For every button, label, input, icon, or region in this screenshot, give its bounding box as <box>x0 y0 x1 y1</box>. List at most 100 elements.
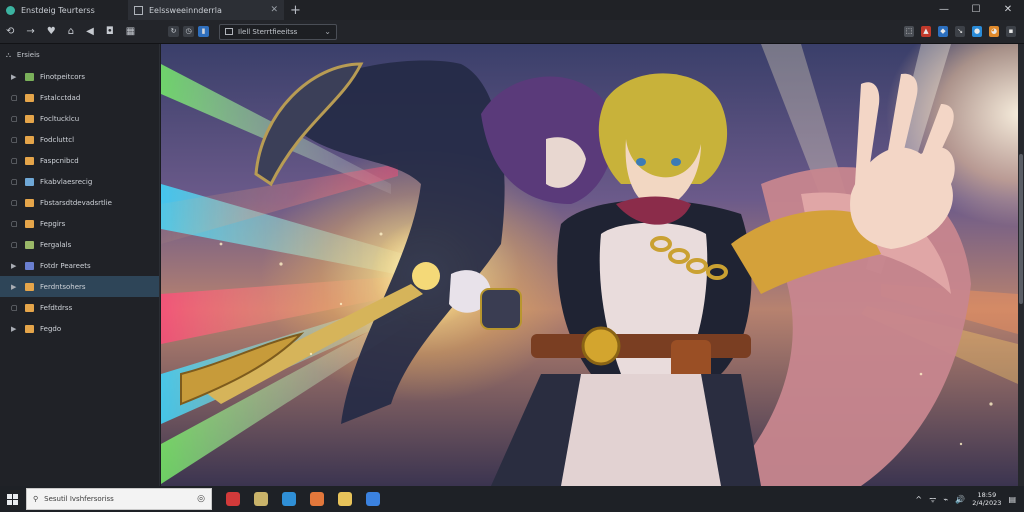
left-bracer <box>480 288 522 330</box>
cloud-icon[interactable]: ▲ <box>921 26 931 37</box>
chevron-down-icon: ⌄ <box>324 27 331 36</box>
sidebar-header[interactable]: ⛬ Ersieis <box>0 44 159 66</box>
tab-label: Eelssweeinnderrla <box>149 5 222 15</box>
sidebar-item-label: Fkabvlaesrecig <box>40 177 93 186</box>
collapse-icon[interactable]: ▢ <box>11 199 19 207</box>
sidebar-item[interactable]: ▢ Fergalals <box>0 234 159 255</box>
collapse-icon[interactable]: ▢ <box>11 136 19 144</box>
folder-icon <box>25 198 34 207</box>
search-icon: ⚲ <box>33 495 39 503</box>
sidebar-item[interactable]: ▶ Fotdr Peareets <box>0 255 159 276</box>
folder-icon <box>25 240 34 249</box>
back-icon[interactable]: ⟲ <box>6 26 14 37</box>
red-app-icon[interactable] <box>226 492 240 506</box>
share-icon[interactable]: ◀ <box>86 26 94 37</box>
forward-icon[interactable]: → <box>26 26 34 37</box>
sidebar-item[interactable]: ▢ Faspcnibcd <box>0 150 159 171</box>
notifications-icon[interactable]: ▤ <box>1008 495 1016 504</box>
folder-icon <box>25 303 34 312</box>
microphone-icon[interactable]: ◎ <box>197 494 205 504</box>
bookmark-icon[interactable]: ▮ <box>198 26 209 37</box>
robe-panel <box>561 374 721 486</box>
extension-icon[interactable]: ↘ <box>955 26 965 37</box>
download-icon[interactable]: ◆ <box>938 26 948 37</box>
sword-hilt-gem <box>412 262 440 290</box>
shield-icon[interactable]: ♥ <box>47 26 56 37</box>
close-window-button[interactable]: ✕ <box>992 0 1024 20</box>
sidebar-item-label: Fepgirs <box>40 219 66 228</box>
clock-time: 18:59 <box>977 491 997 499</box>
blonde-hair <box>598 73 728 184</box>
minimize-button[interactable]: — <box>928 0 960 20</box>
collapse-icon[interactable]: ▢ <box>11 115 19 123</box>
sidebar-item[interactable]: ▢ Focltucklcu <box>0 108 159 129</box>
collapse-icon[interactable]: ▢ <box>11 304 19 312</box>
folder-icon <box>25 72 34 81</box>
grid-icon[interactable]: ▦ <box>126 26 135 37</box>
edge-icon[interactable] <box>282 492 296 506</box>
folder-icon <box>25 219 34 228</box>
view-tools: ↻ ◷ ▮ <box>168 26 209 37</box>
sidebar-list: ▶ Finotpeitcors ▢ Fstalcctdad ▢ Focltucklcu ▢ F… <box>0 66 159 339</box>
new-tab-button[interactable]: + <box>290 3 301 18</box>
tab-label: Enstdeig Teurterss <box>21 5 95 15</box>
sidebar-item-label: Fstalcctdad <box>40 93 81 102</box>
clock[interactable]: 18:59 2/4/2023 <box>972 491 1001 507</box>
volume-icon[interactable]: 🔊 <box>955 495 965 504</box>
star-icon[interactable]: ● <box>972 26 982 37</box>
right-eye <box>671 158 681 166</box>
camera-icon[interactable]: ◘ <box>106 26 114 37</box>
sidebar-header-label: Ersieis <box>16 51 40 59</box>
sidebar-item[interactable]: ▢ Fefdtdrss <box>0 297 159 318</box>
expand-arrow-icon[interactable]: ▶ <box>11 73 19 81</box>
collapse-icon[interactable]: ▢ <box>11 178 19 186</box>
image-app-icon[interactable] <box>254 492 268 506</box>
image-viewer[interactable] <box>161 44 1018 486</box>
sidebar-item-label: Ferdntsohers <box>40 282 86 291</box>
vertical-scrollbar[interactable] <box>1018 44 1024 486</box>
sidebar-item[interactable]: ▢ Fbstarsdtdevadsrtlie <box>0 192 159 213</box>
home-icon[interactable]: ⌂ <box>68 26 74 37</box>
collapse-icon[interactable]: ▢ <box>11 157 19 165</box>
dropdown-value: Ilell Sterrtfieeitss <box>238 27 298 36</box>
window-controls: — ☐ ✕ <box>928 0 1024 20</box>
sidebar-item[interactable]: ▶ Fegdo <box>0 318 159 339</box>
close-tab-icon[interactable]: ✕ <box>270 5 278 15</box>
battery-icon[interactable]: ⌁ <box>943 495 948 504</box>
sidebar-item[interactable]: ▢ Fstalcctdad <box>0 87 159 108</box>
expand-arrow-icon[interactable]: ▶ <box>11 325 19 333</box>
puzzle-icon[interactable]: ⬚ <box>904 26 914 37</box>
tab-1[interactable]: Eelssweeinnderrla ✕ <box>128 0 284 20</box>
collapse-icon[interactable]: ▢ <box>11 94 19 102</box>
history-icon[interactable]: ◷ <box>183 26 194 37</box>
network-icon[interactable]: ᯤ <box>929 494 936 505</box>
firefox-icon[interactable] <box>310 492 324 506</box>
collapse-icon[interactable]: ▢ <box>11 241 19 249</box>
refresh-icon[interactable]: ↻ <box>168 26 179 37</box>
tray-chevron-icon[interactable]: ^ <box>915 495 922 504</box>
tab-0[interactable]: Enstdeig Teurterss <box>0 0 128 20</box>
taskbar-search[interactable]: ⚲ Sesutil Ivshfersoriss ◎ <box>26 488 212 510</box>
view-dropdown[interactable]: Ilell Sterrtfieeitss ⌄ <box>219 23 337 40</box>
scrollbar-thumb[interactable] <box>1019 154 1023 304</box>
tab-page-icon <box>134 5 143 15</box>
expand-arrow-icon[interactable]: ▶ <box>11 262 19 270</box>
start-button[interactable] <box>0 486 24 512</box>
profile-icon[interactable]: ▪ <box>1006 26 1016 37</box>
folder-icon[interactable] <box>338 492 352 506</box>
settings-icon[interactable]: ◕ <box>989 26 999 37</box>
sidebar-item[interactable]: ▢ Fkabvlaesrecig <box>0 171 159 192</box>
sidebar-item[interactable]: ▢ Fodcluttcl <box>0 129 159 150</box>
sidebar-item[interactable]: ▶ Finotpeitcors <box>0 66 159 87</box>
expand-arrow-icon[interactable]: ▶ <box>11 283 19 291</box>
search-placeholder: Sesutil Ivshfersoriss <box>44 495 114 503</box>
belt <box>531 334 751 358</box>
app-window: Enstdeig Teurterss Eelssweeinnderrla ✕ +… <box>0 0 1024 512</box>
maximize-button[interactable]: ☐ <box>960 0 992 20</box>
sidebar-item[interactable]: ▶ Ferdntsohers <box>0 276 159 297</box>
tag-icon: ⛬ <box>6 50 11 59</box>
collapse-icon[interactable]: ▢ <box>11 220 19 228</box>
sidebar-item[interactable]: ▢ Fepgirs <box>0 213 159 234</box>
globe-icon[interactable] <box>366 492 380 506</box>
toolbar-right-icons: ⬚ ▲ ◆ ↘ ● ◕ ▪ <box>904 26 1016 37</box>
